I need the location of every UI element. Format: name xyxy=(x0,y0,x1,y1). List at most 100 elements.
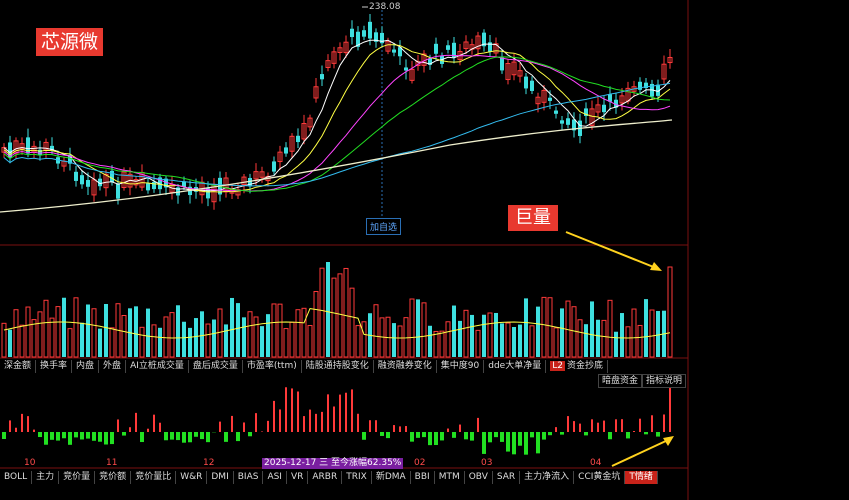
indicator-tab-label: 陆股通持股变化 xyxy=(305,361,369,371)
indicator-bar xyxy=(434,432,438,446)
bottom-indicator-tab[interactable]: VR xyxy=(287,471,309,484)
bottom-indicator-tab[interactable]: OBV xyxy=(465,471,493,484)
volume-bar xyxy=(25,306,31,358)
indicator-tab[interactable]: 内盘 xyxy=(72,360,100,373)
bottom-indicator-tab[interactable]: 主力 xyxy=(32,471,60,484)
volume-bar xyxy=(524,298,528,357)
volume-bar xyxy=(134,306,138,357)
indicator-tab[interactable]: dde大单净量 xyxy=(484,360,547,373)
volume-bar xyxy=(266,314,270,357)
add-watchlist-tip[interactable]: 加自选 xyxy=(366,218,402,235)
indicator-help-button[interactable]: 指标说明 xyxy=(642,374,687,388)
indicator-tab[interactable]: 深金额 xyxy=(0,360,37,373)
volume-bar xyxy=(644,299,648,357)
indicator-tab-label: dde大单净量 xyxy=(488,361,542,371)
indicator-bar xyxy=(656,432,660,437)
candle-body xyxy=(86,180,90,187)
indicator-bar xyxy=(122,432,126,436)
bottom-indicator-tab[interactable]: 竞价量比 xyxy=(131,471,177,484)
indicator-tab-label: AI立桩成交量 xyxy=(130,361,184,371)
volume-bar xyxy=(512,327,516,357)
volume-bar xyxy=(13,309,19,358)
volume-bar xyxy=(560,308,564,357)
bottom-indicator-tab-label: 竞价额 xyxy=(99,472,127,482)
volume-bar xyxy=(416,299,420,357)
bottom-indicator-tab-label: 新DMA xyxy=(375,472,406,482)
indicator-bar xyxy=(164,432,168,441)
bottom-indicator-tab[interactable]: 竞价额 xyxy=(95,471,132,484)
volume-annotation-tag: 巨量 xyxy=(508,205,558,231)
volume-bar xyxy=(463,309,469,358)
indicator-bar xyxy=(560,432,564,435)
indicator-bar xyxy=(176,432,180,441)
bottom-indicator-tab[interactable]: ARBR xyxy=(308,471,343,484)
bottom-indicator-tab-label: BIAS xyxy=(237,472,259,482)
volume-bar xyxy=(242,317,246,357)
bottom-indicator-tab[interactable]: 主力净流入 xyxy=(520,471,575,484)
bottom-indicator-tab[interactable]: BIAS xyxy=(234,471,264,484)
volume-bar xyxy=(349,287,355,358)
bottom-indicator-tab[interactable]: SAR xyxy=(493,471,521,484)
indicator-tab[interactable]: 外盘 xyxy=(99,360,127,373)
bottom-indicator-tab-label: 竞价量 xyxy=(63,472,91,482)
indicator-tab[interactable]: 市盈率(ttm) xyxy=(243,360,302,373)
indicator-tab[interactable]: 盘后成交量 xyxy=(189,360,243,373)
bottom-indicator-tab[interactable]: DMI xyxy=(207,471,234,484)
indicator-tab[interactable]: AI立桩成交量 xyxy=(126,360,189,373)
candle-body xyxy=(248,177,252,187)
volume-bar xyxy=(637,324,643,358)
indicator-bar xyxy=(200,432,204,440)
indicator-tab[interactable]: 融资融券变化 xyxy=(374,360,437,373)
bottom-indicator-tab[interactable]: 新DMA xyxy=(372,471,411,484)
bottom-indicator-tab-label: DMI xyxy=(211,472,229,482)
candle-body xyxy=(116,183,120,199)
kline-chart[interactable] xyxy=(0,0,849,500)
volume-bar xyxy=(182,321,186,357)
bottom-indicator-tab[interactable]: 竞价量 xyxy=(59,471,96,484)
volume-bar xyxy=(200,311,204,357)
bottom-indicator-tab-label: 主力 xyxy=(36,472,55,482)
indicator-bar xyxy=(380,432,384,436)
volume-bar xyxy=(355,325,361,358)
indicator-bar xyxy=(422,432,426,438)
volume-bar xyxy=(614,331,618,357)
indicator-bar xyxy=(362,432,366,440)
bottom-indicator-tab[interactable]: ASI xyxy=(263,471,287,484)
indicator-tab[interactable]: 陆股通持股变化 xyxy=(302,360,374,373)
indicator-bar xyxy=(488,432,492,443)
candle-body xyxy=(368,21,372,39)
indicator-tab[interactable]: 集中度90 xyxy=(437,360,485,373)
candle-body xyxy=(296,135,300,143)
volume-bar xyxy=(121,315,127,358)
indicator-tab[interactable]: L2 资金抄底 xyxy=(546,360,608,373)
indicator-bar xyxy=(416,432,420,438)
indicator-tab[interactable]: 换手率 xyxy=(36,360,73,373)
volume-bar xyxy=(212,319,216,357)
candle-body xyxy=(74,171,78,181)
indicator-bar xyxy=(224,432,228,442)
bottom-indicator-tab[interactable]: BOLL xyxy=(0,471,33,484)
volume-bar xyxy=(19,324,25,358)
volume-bar xyxy=(494,312,498,357)
dark-fund-button[interactable]: 暗盘资金 xyxy=(598,374,643,388)
indicator-bar xyxy=(584,432,588,436)
bottom-indicator-tab-label: SAR xyxy=(496,472,516,482)
indicator-bar xyxy=(110,432,114,445)
stock-name-label: 芯源微 xyxy=(36,28,104,56)
volume-bar xyxy=(301,307,307,358)
volume-bar xyxy=(607,299,613,358)
volume-bar xyxy=(319,267,325,358)
volume-bar xyxy=(421,302,427,358)
volume-bar xyxy=(158,327,162,357)
bottom-indicator-tab[interactable]: BBI xyxy=(411,471,435,484)
volume-bar xyxy=(151,324,157,358)
bottom-indicator-tab[interactable]: MTM xyxy=(435,471,465,484)
bottom-indicator-tab[interactable]: W&R xyxy=(176,471,208,484)
bottom-indicator-tab[interactable]: CCI黄金坑 xyxy=(574,471,626,484)
bottom-indicator-tab[interactable]: TRIX xyxy=(342,471,372,484)
volume-bar xyxy=(482,314,486,357)
indicator-bar xyxy=(644,432,648,435)
indicator-bar xyxy=(470,432,474,441)
indicator-bar xyxy=(494,432,498,438)
bottom-indicator-tab[interactable]: T情绪 xyxy=(625,471,658,484)
